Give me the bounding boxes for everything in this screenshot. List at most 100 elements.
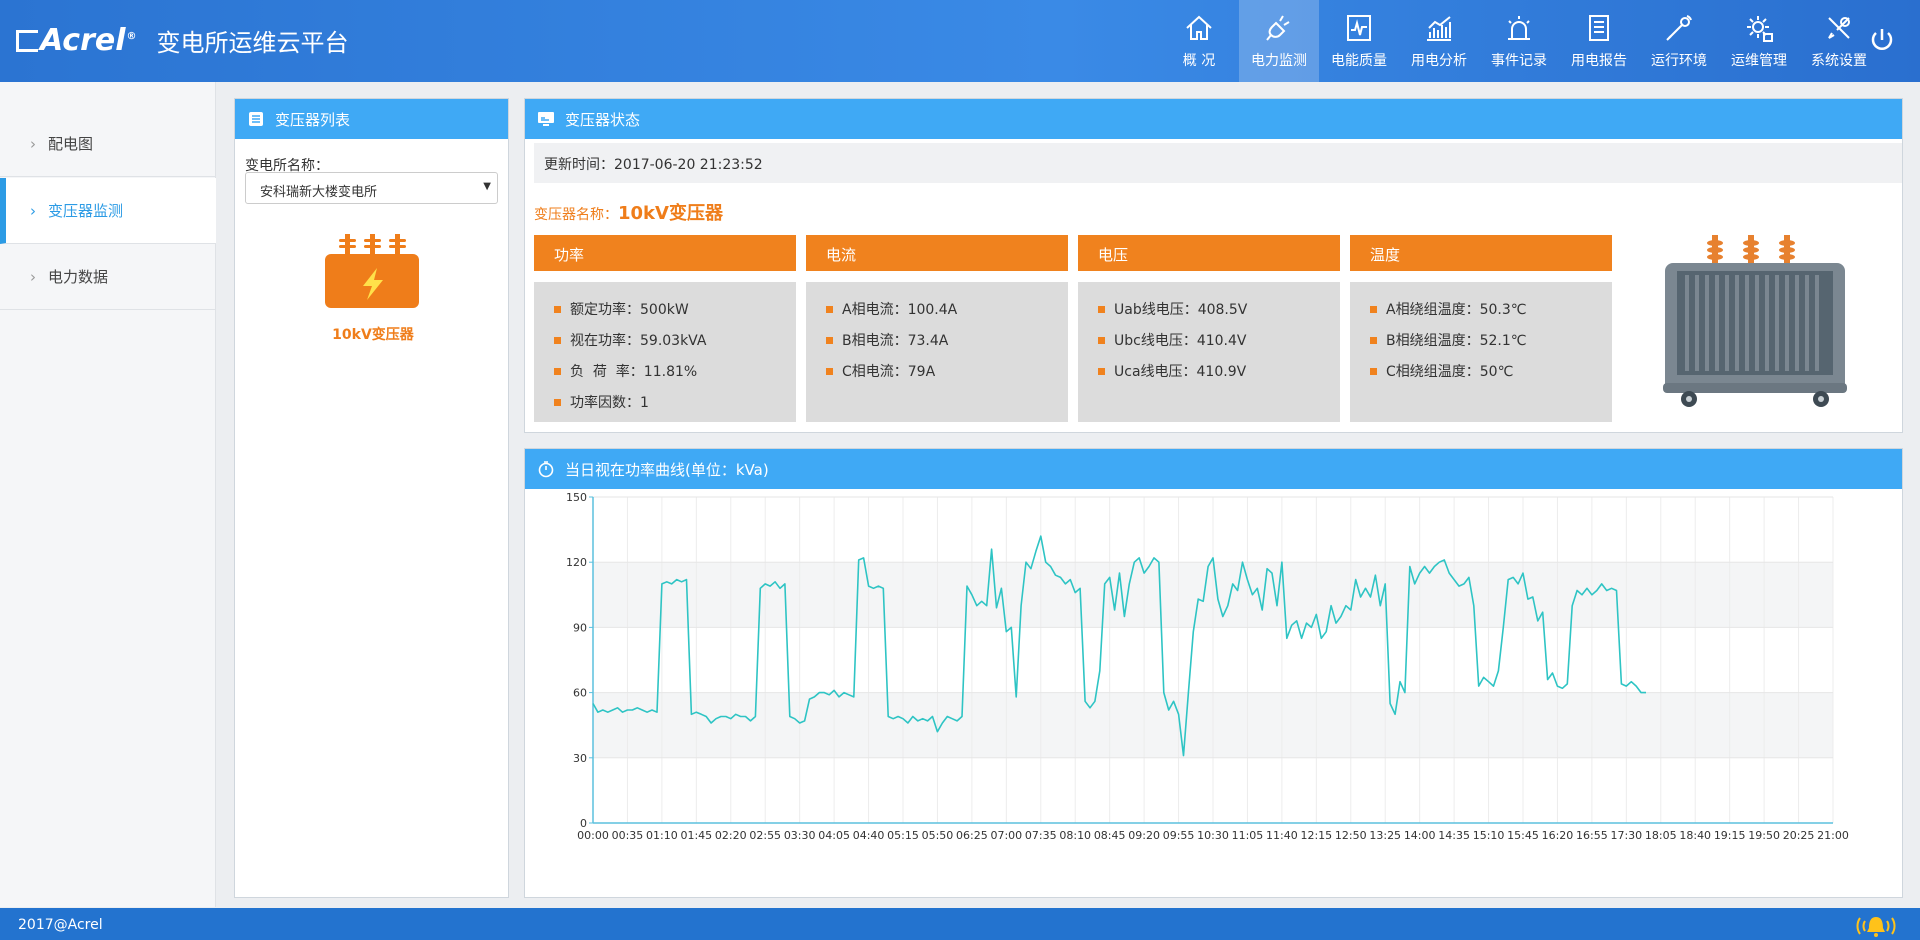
x-tick-label: 10:30 [1197,829,1229,842]
chevron-right-icon: › [30,201,36,220]
report-icon [1589,15,1609,41]
metric-header: 电压 [1078,235,1340,271]
monitor-icon [538,112,554,126]
nav-event-log[interactable]: 事件记录 [1479,0,1559,82]
x-tick-label: 09:20 [1128,829,1160,842]
x-tick-label: 16:55 [1576,829,1608,842]
y-tick-label: 60 [573,687,587,700]
metric-header: 功率 [534,235,796,271]
transformer-icon [325,234,419,308]
x-tick-label: 00:00 [577,829,609,842]
x-tick-label: 07:00 [990,829,1022,842]
x-tick-label: 18:05 [1645,829,1677,842]
nav-power-quality[interactable]: 电能质量 [1319,0,1399,82]
panel-header: 当日视在功率曲线(单位：kVa) [525,449,1902,489]
y-tick-label: 30 [573,752,587,765]
x-tick-label: 08:45 [1094,829,1126,842]
x-tick-label: 04:40 [853,829,885,842]
nav-usage-report[interactable]: 用电报告 [1559,0,1639,82]
main-nav: 概 况 电力监测 电能质量 用电分析 事件记录 用电报告 运行环境 运维管理 系… [1159,0,1879,82]
sidebar-item-power-data[interactable]: › 电力数据 [0,244,216,310]
x-tick-label: 05:15 [887,829,919,842]
x-tick-label: 15:45 [1507,829,1539,842]
sidebar-item-transformer-monitoring[interactable]: › 变压器监测 [0,178,216,244]
footer: 2017@Acrel [0,908,1920,940]
metric-row: A相电流：100.4A [826,294,1048,325]
metric-body: 额定功率：500kW 视在功率：59.03kVA 负 荷 率：11.81% 功率… [534,282,796,422]
metric-header: 温度 [1350,235,1612,271]
sensor-icon [1666,15,1692,41]
list-icon [249,112,263,126]
x-tick-label: 14:00 [1404,829,1436,842]
nav-environment[interactable]: 运行环境 [1639,0,1719,82]
x-tick-label: 12:50 [1335,829,1367,842]
transformer-list-panel: 变压器列表 变电所名称： 安科瑞新大楼变电所 ▼ 10kV变压器 [234,98,509,898]
x-tick-label: 11:40 [1266,829,1298,842]
app-title: 变电所运维云平台 [156,28,349,57]
x-tick-label: 02:20 [715,829,747,842]
y-tick-label: 120 [566,556,587,569]
power-icon[interactable] [1866,24,1898,56]
sidebar-item-distribution-diagram[interactable]: › 配电图 [0,111,216,177]
home-icon [1186,15,1212,40]
nav-overview[interactable]: 概 况 [1159,0,1239,82]
metric-voltage: 电压 Uab线电压：408.5V Ubc线电压：410.4V Uca线电压：41… [1078,235,1340,422]
metric-row: Ubc线电压：410.4V [1098,325,1320,356]
x-tick-label: 02:55 [749,829,781,842]
metric-row: B相绕组温度：52.1℃ [1370,325,1592,356]
x-tick-label: 07:35 [1025,829,1057,842]
alarm-light-icon [1508,16,1530,40]
brand-logo: Acrel® 变电所运维云平台 [16,20,349,60]
x-tick-label: 06:25 [956,829,988,842]
x-tick-label: 01:10 [646,829,678,842]
metric-row: Uab线电压：408.5V [1098,294,1320,325]
transformer-item[interactable]: 10kV变压器 [325,234,421,344]
x-tick-label: 19:50 [1748,829,1780,842]
metric-row: Uca线电压：410.9V [1098,356,1320,387]
x-tick-label: 16:20 [1542,829,1574,842]
metric-body: A相电流：100.4A B相电流：73.4A C相电流：79A [806,282,1068,422]
metric-row: 功率因数：1 [554,387,776,418]
x-tick-label: 12:15 [1300,829,1332,842]
x-tick-label: 08:10 [1059,829,1091,842]
nav-operations[interactable]: 运维管理 [1719,0,1799,82]
dropdown-caret-icon: ▼ [483,181,491,192]
transformer-illustration [1663,235,1847,407]
apparent-power-chart: 030609012015000:00 00:35 01:10 01:45 02:20 02… [566,491,1849,842]
metric-body: Uab线电压：408.5V Ubc线电压：410.4V Uca线电压：410.9… [1078,282,1340,422]
panel-header: 变压器状态 [525,99,1902,139]
bar-chart-icon [1427,16,1451,41]
copyright: 2017@Acrel [18,917,103,933]
gear-settings-icon [1747,16,1773,42]
update-time: 2017-06-20 21:23:52 [614,157,763,173]
nav-usage-analysis[interactable]: 用电分析 [1399,0,1479,82]
waveform-icon [1347,15,1371,41]
metric-row: A相绕组温度：50.3℃ [1370,294,1592,325]
y-tick-label: 150 [566,491,587,504]
transformer-name: 10kV变压器 [332,327,414,343]
metric-current: 电流 A相电流：100.4A B相电流：73.4A C相电流：79A [806,235,1068,422]
x-tick-label: 04:05 [818,829,850,842]
acrel-logo: Acrel® [16,23,137,58]
metric-row: 负 荷 率：11.81% [554,356,776,387]
tools-icon [1828,17,1850,39]
nav-power-monitoring[interactable]: 电力监测 [1239,0,1319,82]
metric-power: 功率 额定功率：500kW 视在功率：59.03kVA 负 荷 率：11.81%… [534,235,796,422]
transformer-status-panel: 变压器状态 更新时间：2017-06-20 21:23:52 变压器名称：10k… [524,98,1903,433]
metric-row: C相绕组温度：50℃ [1370,356,1592,387]
alarm-bell-icon[interactable] [1854,914,1898,938]
x-tick-label: 01:45 [680,829,712,842]
x-tick-label: 21:00 [1817,829,1849,842]
x-tick-label: 15:10 [1473,829,1505,842]
substation-select[interactable]: 安科瑞新大楼变电所 ▼ [245,172,498,204]
chevron-right-icon: › [30,134,36,153]
x-tick-label: 17:30 [1610,829,1642,842]
update-time-bar: 更新时间：2017-06-20 21:23:52 [534,143,1902,183]
sidebar: › 配电图 › 变压器监测 › 电力数据 [0,82,216,907]
x-tick-label: 03:30 [784,829,816,842]
x-tick-label: 05:50 [922,829,954,842]
x-tick-label: 19:15 [1714,829,1746,842]
metric-row: B相电流：73.4A [826,325,1048,356]
metric-row: 额定功率：500kW [554,294,776,325]
panel-header: 变压器列表 [235,99,508,139]
